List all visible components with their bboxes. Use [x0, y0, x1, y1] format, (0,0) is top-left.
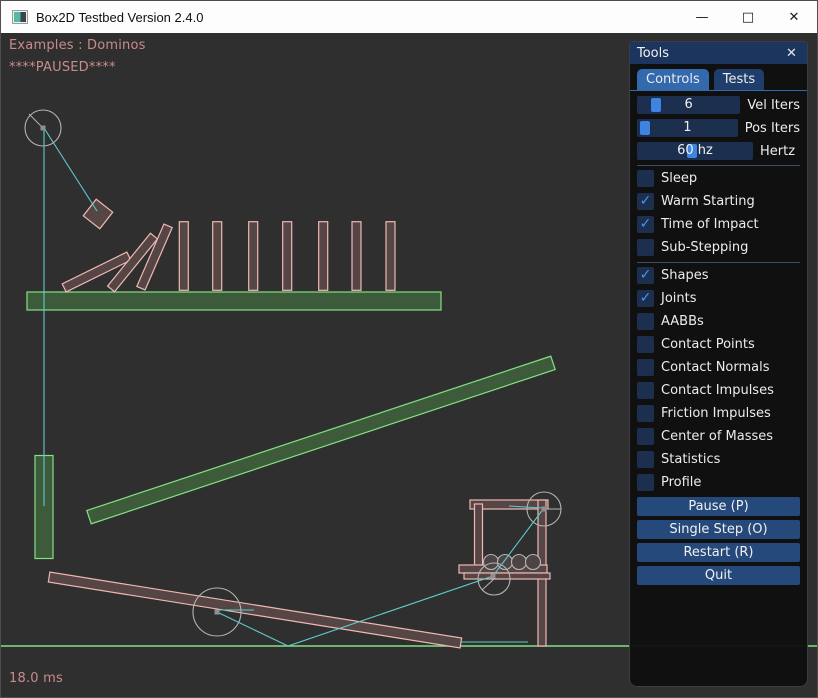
app-window: Box2D Testbed Version 2.4.0 — □ ✕ Exampl…: [0, 0, 818, 698]
ball: [512, 555, 527, 570]
checkbox-label: AABBs: [661, 314, 704, 329]
joint-line: [44, 128, 97, 211]
joint-anchor: [41, 126, 46, 131]
checkbox-profile[interactable]: Profile: [637, 474, 800, 491]
ball: [484, 555, 499, 570]
restart-r-button[interactable]: Restart (R): [637, 543, 800, 562]
slider-value: 6: [637, 96, 740, 114]
checkbox-checked[interactable]: ✓: [637, 216, 654, 233]
checkbox-label: Contact Points: [661, 337, 755, 352]
titlebar: Box2D Testbed Version 2.4.0 — □ ✕: [1, 1, 817, 33]
checkbox-label: Center of Masses: [661, 429, 773, 444]
slider-row-pos-iters: 1 Pos Iters: [637, 119, 800, 137]
checkbox-sub-stepping[interactable]: Sub-Stepping: [637, 239, 800, 256]
tools-panel-titlebar[interactable]: Tools ✕: [630, 42, 807, 64]
checkbox-unchecked[interactable]: [637, 474, 654, 491]
checkbox-contact-normals[interactable]: Contact Normals: [637, 359, 800, 376]
app-icon: [12, 10, 28, 24]
pause-p-button[interactable]: Pause (P): [637, 497, 800, 516]
checkbox-statistics[interactable]: Statistics: [637, 451, 800, 468]
checkbox-label: Contact Normals: [661, 360, 770, 375]
window-title: Box2D Testbed Version 2.4.0: [36, 10, 203, 25]
slider-label: Hertz: [760, 144, 795, 159]
tab-bar: ControlsTests: [630, 64, 807, 91]
joint-anchor: [542, 507, 547, 512]
panel-close-icon[interactable]: ✕: [783, 46, 800, 61]
hertz-slider[interactable]: 60 hz: [637, 142, 753, 160]
checkbox-unchecked[interactable]: [637, 382, 654, 399]
single-step-o-button[interactable]: Single Step (O): [637, 520, 800, 539]
checkbox-label: Time of Impact: [661, 217, 759, 232]
checkbox-center-of-masses[interactable]: Center of Masses: [637, 428, 800, 445]
checkbox-sleep[interactable]: Sleep: [637, 170, 800, 187]
checkbox-label: Sub-Stepping: [661, 240, 748, 255]
simulation-canvas[interactable]: Examples : Dominos ****PAUSED**** 18.0 m…: [1, 33, 818, 698]
frame-time-label: 18.0 ms: [9, 671, 63, 686]
checkbox-label: Shapes: [661, 268, 708, 283]
checkbox-unchecked[interactable]: [637, 170, 654, 187]
slider-value: 1: [637, 119, 738, 137]
slider-row-hertz: 60 hz Hertz: [637, 142, 800, 160]
checkbox-unchecked[interactable]: [637, 359, 654, 376]
separator: [637, 262, 800, 263]
joint-anchor: [491, 574, 496, 579]
minimize-button[interactable]: —: [679, 1, 725, 33]
slider-label: Pos Iters: [745, 121, 800, 136]
example-label: Examples : Dominos: [9, 38, 146, 53]
checkbox-checked[interactable]: ✓: [637, 267, 654, 284]
tools-panel: Tools ✕ ControlsTests 6 Vel Iters 1 Pos Ite…: [629, 41, 808, 687]
checkbox-joints[interactable]: ✓ Joints: [637, 290, 800, 307]
checkbox-contact-points[interactable]: Contact Points: [637, 336, 800, 353]
tab-controls[interactable]: Controls: [637, 69, 709, 90]
checkbox-label: Warm Starting: [661, 194, 755, 209]
checkbox-unchecked[interactable]: [637, 451, 654, 468]
checkbox-checked[interactable]: ✓: [637, 290, 654, 307]
checkbox-friction-impulses[interactable]: Friction Impulses: [637, 405, 800, 422]
checkbox-label: Profile: [661, 475, 701, 490]
maximize-button[interactable]: □: [725, 1, 771, 33]
checkbox-unchecked[interactable]: [637, 313, 654, 330]
checkbox-unchecked[interactable]: [637, 239, 654, 256]
solver-checkbox-group: Sleep ✓ Warm Starting ✓ Time of Impact Sub-St…: [637, 170, 800, 256]
paused-label: ****PAUSED****: [9, 60, 116, 75]
draw-checkbox-group: ✓ Shapes ✓ Joints AABBs Contact Points Contact…: [637, 267, 800, 491]
checkbox-checked[interactable]: ✓: [637, 193, 654, 210]
checkbox-label: Joints: [661, 291, 697, 306]
slider-row-vel-iters: 6 Vel Iters: [637, 96, 800, 114]
checkbox-unchecked[interactable]: [637, 428, 654, 445]
checkbox-label: Friction Impulses: [661, 406, 771, 421]
checkbox-contact-impulses[interactable]: Contact Impulses: [637, 382, 800, 399]
checkbox-time-of-impact[interactable]: ✓ Time of Impact: [637, 216, 800, 233]
checkbox-label: Sleep: [661, 171, 697, 186]
panel-body: 6 Vel Iters 1 Pos Iters 60 hz Hertz Sleep ✓ War…: [630, 91, 807, 585]
checkbox-label: Statistics: [661, 452, 720, 467]
tools-panel-title: Tools: [637, 46, 669, 61]
ball: [526, 555, 541, 570]
checkbox-unchecked[interactable]: [637, 405, 654, 422]
checkbox-unchecked[interactable]: [637, 336, 654, 353]
slider-value: 60 hz: [637, 142, 753, 160]
window-controls: — □ ✕: [679, 1, 817, 33]
checkbox-aabbs[interactable]: AABBs: [637, 313, 800, 330]
slider-label: Vel Iters: [747, 98, 800, 113]
checkbox-shapes[interactable]: ✓ Shapes: [637, 267, 800, 284]
button-section: Pause (P) Single Step (O) Restart (R) Quit: [637, 497, 800, 585]
checkbox-label: Contact Impulses: [661, 383, 774, 398]
quit-button[interactable]: Quit: [637, 566, 800, 585]
pos-iters-slider[interactable]: 1: [637, 119, 738, 137]
checkbox-warm-starting[interactable]: ✓ Warm Starting: [637, 193, 800, 210]
joint-anchor: [215, 610, 220, 615]
tab-tests[interactable]: Tests: [714, 69, 764, 90]
slider-section: 6 Vel Iters 1 Pos Iters 60 hz Hertz: [637, 96, 800, 160]
vel-iters-slider[interactable]: 6: [637, 96, 740, 114]
separator: [637, 165, 800, 166]
close-button[interactable]: ✕: [771, 1, 817, 33]
